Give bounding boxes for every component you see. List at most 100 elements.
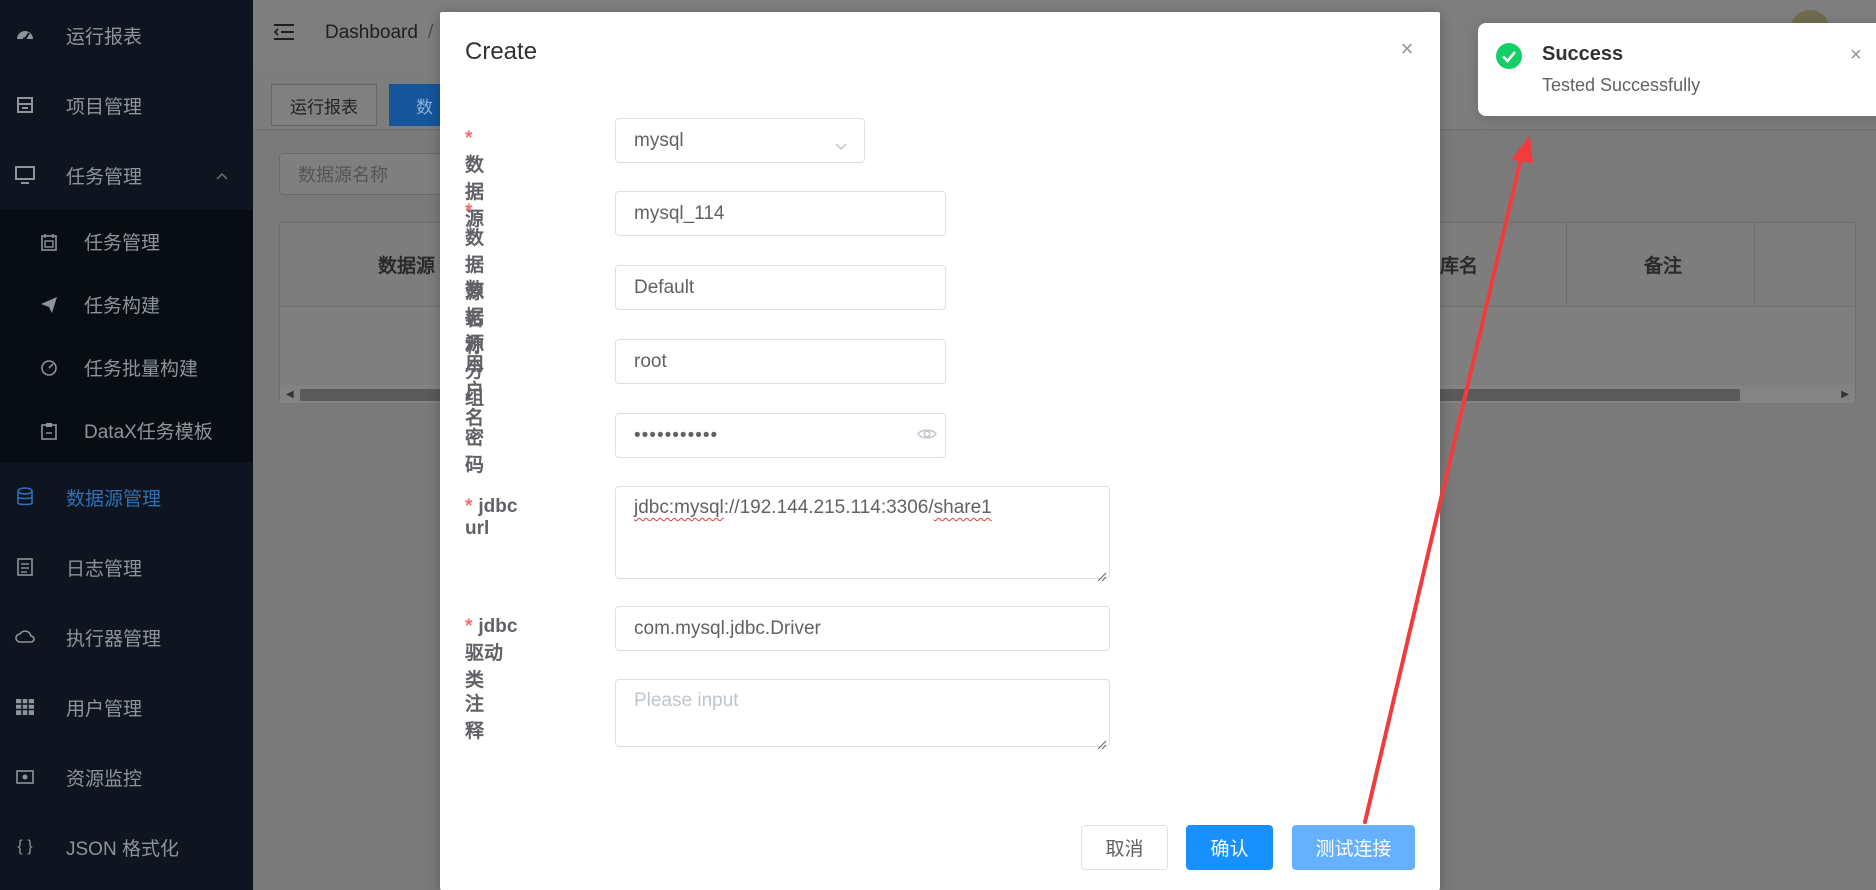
tab-label: 运行报表 bbox=[290, 97, 358, 117]
sidebar-item-dashboard[interactable]: 运行报表 bbox=[0, 0, 253, 70]
dialog-title: Create bbox=[465, 38, 538, 65]
search-placeholder: 数据源名称 bbox=[298, 165, 388, 185]
jdbc-url-value-prefix: jdbc:mysql bbox=[634, 497, 724, 518]
password-value: ••••••••••• bbox=[634, 424, 719, 446]
cancel-button[interactable]: 取消 bbox=[1081, 825, 1168, 870]
field-label: 用户名 bbox=[465, 354, 485, 429]
sidebar-item-label: 任务管理 bbox=[84, 233, 161, 254]
chevron-down-icon bbox=[834, 136, 848, 151]
search-input[interactable]: 数据源名称 bbox=[279, 153, 449, 195]
document-icon bbox=[14, 556, 36, 578]
breadcrumb-separator: / bbox=[427, 22, 434, 43]
create-datasource-dialog: Create × *数据源 mysql *数据源名称 mysql_114 数据源… bbox=[440, 12, 1440, 890]
cloud-icon bbox=[14, 626, 36, 648]
sidebar-item-label: 资源监控 bbox=[66, 768, 143, 790]
field-label: 密码 bbox=[465, 428, 485, 476]
field-label-text: jdbc url bbox=[465, 496, 518, 539]
jdbc-driver-value: com.mysql.jdbc.Driver bbox=[634, 617, 821, 639]
datasource-group-input[interactable]: Default bbox=[615, 265, 946, 310]
sidebar-item-resource-monitor[interactable]: 资源监控 bbox=[0, 742, 253, 812]
jdbc-url-value-middle: ://192.144.215.114:3306/ bbox=[723, 497, 934, 518]
sidebar-item-label: 运行报表 bbox=[66, 26, 143, 48]
field-label-text: jdbc驱动类 bbox=[465, 616, 518, 691]
sidebar-item-label: JSON 格式化 bbox=[66, 838, 179, 860]
sidebar-item-datasource[interactable]: 数据源管理 bbox=[0, 462, 253, 532]
monitor-icon bbox=[14, 164, 36, 186]
chevron-up-icon bbox=[215, 167, 229, 181]
column-header-remark: 备注 bbox=[1644, 256, 1683, 277]
username-input[interactable]: root bbox=[615, 339, 946, 384]
required-asterisk: * bbox=[465, 616, 473, 637]
sidebar-item-label: 执行器管理 bbox=[66, 628, 162, 650]
datasource-select[interactable]: mysql bbox=[615, 118, 865, 163]
required-asterisk: * bbox=[465, 496, 473, 517]
sidebar: 运行报表 项目管理 任务管理 任务管理 任务构建 任务批量构建 DataX任务模… bbox=[0, 0, 253, 890]
check-circle-icon bbox=[1496, 43, 1522, 69]
jdbc-url-textarea[interactable]: jdbc:mysql://192.144.215.114:3306/share1 bbox=[615, 486, 1110, 582]
resource-icon bbox=[14, 766, 36, 788]
required-asterisk: * bbox=[465, 128, 473, 149]
project-icon bbox=[14, 94, 36, 116]
braces-icon: { } bbox=[17, 838, 33, 855]
sidebar-item-label: 任务批量构建 bbox=[84, 359, 199, 380]
column-divider bbox=[1566, 223, 1567, 307]
sidebar-item-label: DataX任务模板 bbox=[84, 422, 213, 443]
datasource-name-input[interactable]: mysql_114 bbox=[615, 191, 946, 236]
sidebar-item-label: 数据源管理 bbox=[66, 488, 162, 510]
scroll-left-icon[interactable]: ◀ bbox=[286, 389, 294, 400]
breadcrumb-dashboard[interactable]: Dashboard bbox=[325, 22, 418, 43]
sidebar-item-label: 用户管理 bbox=[66, 698, 143, 720]
sidebar-subitem-datax-template[interactable]: DataX任务模板 bbox=[0, 399, 253, 462]
sidebar-subitem-task-management[interactable]: 任务管理 bbox=[0, 210, 253, 273]
column-header-dbname: 库名 bbox=[1440, 256, 1479, 277]
column-divider bbox=[1754, 223, 1755, 307]
datasource-group-value: Default bbox=[634, 276, 695, 298]
tab-dashboard[interactable]: 运行报表 bbox=[271, 84, 377, 126]
notification-title: Success bbox=[1542, 43, 1624, 65]
breadcrumb: Dashboard / bbox=[325, 22, 443, 44]
datasource-name-value: mysql_114 bbox=[634, 202, 725, 224]
field-label: 注释 bbox=[465, 694, 485, 742]
close-icon[interactable]: × bbox=[1396, 38, 1418, 60]
resize-handle-icon[interactable] bbox=[1097, 566, 1107, 582]
scroll-right-icon[interactable]: ▶ bbox=[1841, 389, 1849, 400]
tab-label: 数 bbox=[416, 97, 433, 117]
jdbc-driver-input[interactable]: com.mysql.jdbc.Driver bbox=[615, 606, 1110, 651]
close-icon[interactable]: × bbox=[1850, 45, 1866, 65]
sidebar-item-label: 任务管理 bbox=[66, 166, 143, 188]
comment-placeholder: Please input bbox=[634, 690, 739, 711]
gauge-icon bbox=[38, 357, 60, 379]
column-header-datasource: 数据源 bbox=[378, 256, 436, 277]
sidebar-item-label: 日志管理 bbox=[66, 558, 143, 580]
sidebar-item-label: 任务构建 bbox=[84, 296, 161, 317]
sidebar-item-executors[interactable]: 执行器管理 bbox=[0, 602, 253, 672]
datasource-select-value: mysql bbox=[634, 129, 684, 151]
field-label: * jdbc驱动类 bbox=[465, 616, 517, 692]
sidebar-subitem-task-build[interactable]: 任务构建 bbox=[0, 273, 253, 336]
sidebar-item-label: 项目管理 bbox=[66, 96, 143, 118]
jdbc-url-value: jdbc:mysql://192.144.215.114:3306/share1 bbox=[634, 497, 992, 519]
success-notification: Success Tested Successfully × bbox=[1478, 23, 1876, 116]
eye-icon[interactable] bbox=[917, 426, 937, 442]
clipboard-icon bbox=[38, 420, 60, 442]
comment-textarea[interactable]: Please input bbox=[615, 679, 1110, 750]
confirm-button[interactable]: 确认 bbox=[1186, 825, 1273, 870]
hamburger-icon[interactable] bbox=[273, 22, 295, 42]
sidebar-item-task-management[interactable]: 任务管理 bbox=[0, 140, 253, 210]
username-value: root bbox=[634, 350, 667, 372]
sidebar-item-logs[interactable]: 日志管理 bbox=[0, 532, 253, 602]
database-icon bbox=[14, 486, 36, 508]
sidebar-subitem-task-batch-build[interactable]: 任务批量构建 bbox=[0, 336, 253, 399]
sidebar-item-projects[interactable]: 项目管理 bbox=[0, 70, 253, 140]
resize-handle-icon[interactable] bbox=[1097, 734, 1107, 750]
field-label: * jdbc url bbox=[465, 496, 517, 540]
grid-icon bbox=[14, 696, 36, 718]
jdbc-url-value-suffix: share1 bbox=[933, 497, 992, 518]
password-input[interactable]: ••••••••••• bbox=[615, 413, 946, 458]
paper-plane-icon bbox=[38, 294, 60, 316]
sidebar-item-json-format[interactable]: { } JSON 格式化 bbox=[0, 812, 253, 882]
notification-message: Tested Successfully bbox=[1542, 75, 1701, 95]
test-connection-button[interactable]: 测试连接 bbox=[1292, 825, 1415, 870]
dashboard-icon bbox=[14, 24, 36, 46]
sidebar-item-users[interactable]: 用户管理 bbox=[0, 672, 253, 742]
